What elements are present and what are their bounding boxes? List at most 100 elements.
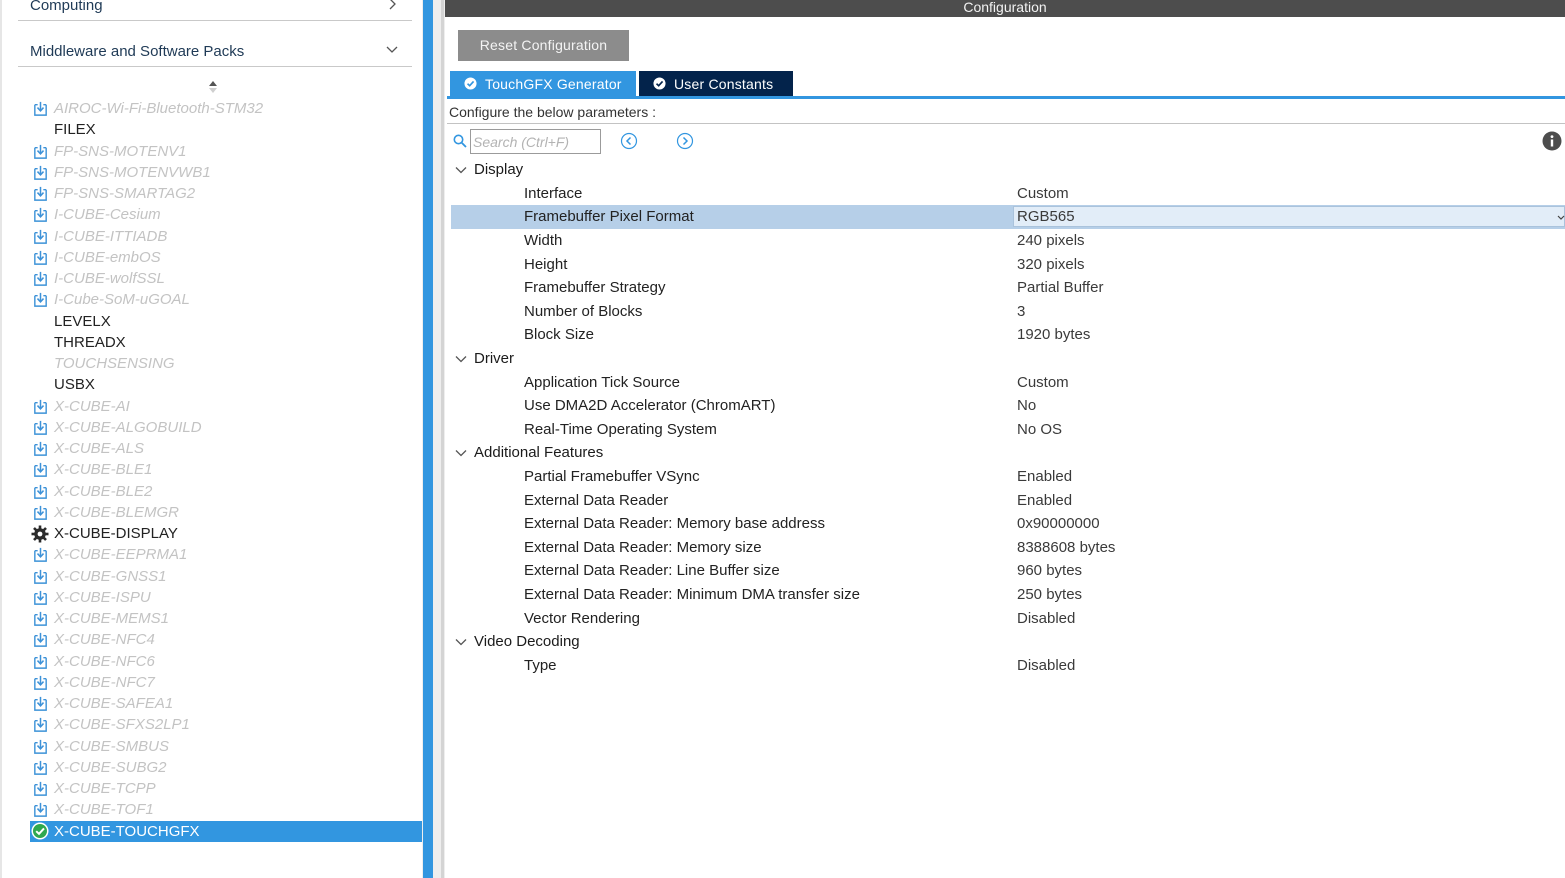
parameter-group[interactable]: Additional Features xyxy=(451,441,1565,465)
pack-item[interactable]: X-CUBE-NFC7 xyxy=(30,672,402,693)
pack-item[interactable]: X-CUBE-DISPLAY xyxy=(30,523,402,544)
parameter-row[interactable]: Vector Rendering Disabled xyxy=(451,606,1565,630)
dropdown-arrow-icon[interactable] xyxy=(1557,210,1565,221)
parameter-row[interactable]: External Data Reader: Line Buffer size 96… xyxy=(451,559,1565,583)
pack-item[interactable]: X-CUBE-TCPP xyxy=(30,778,402,799)
splitter-accent-bar xyxy=(423,0,433,878)
pack-item[interactable]: I-Cube-SoM-uGOAL xyxy=(30,289,402,310)
configure-parameters-header: Configure the below parameters : xyxy=(447,101,1565,124)
parameter-name: Interface xyxy=(524,184,583,202)
parameter-row[interactable]: Use DMA2D Accelerator (ChromART) No xyxy=(451,394,1565,418)
pack-download-icon xyxy=(31,418,49,436)
pack-item[interactable]: FILEX xyxy=(30,119,402,140)
parameter-row[interactable]: Partial Framebuffer VSync Enabled xyxy=(451,465,1565,489)
pack-download-icon xyxy=(31,270,49,288)
parameter-row[interactable]: Application Tick Source Custom xyxy=(451,370,1565,394)
pack-item[interactable]: I-CUBE-embOS xyxy=(30,247,402,268)
category-middleware[interactable]: Middleware and Software Packs xyxy=(18,36,412,67)
next-match-icon[interactable] xyxy=(676,132,694,150)
pack-item[interactable]: X-CUBE-GNSS1 xyxy=(30,566,402,587)
parameter-row-selected[interactable]: Framebuffer Pixel Format RGB565 xyxy=(451,205,1565,229)
search-input[interactable] xyxy=(470,129,601,154)
parameter-row[interactable]: Real-Time Operating System No OS xyxy=(451,418,1565,442)
pack-item[interactable]: X-CUBE-SUBG2 xyxy=(30,757,402,778)
pack-item[interactable]: X-CUBE-SMBUS xyxy=(30,736,402,757)
pack-item[interactable]: X-CUBE-EEPRMA1 xyxy=(30,544,402,565)
pack-download-icon xyxy=(31,248,49,266)
group-label: Additional Features xyxy=(474,444,604,462)
reset-configuration-button[interactable]: Reset Configuration xyxy=(458,30,629,61)
pack-item[interactable]: X-CUBE-ALGOBUILD xyxy=(30,417,402,438)
parameter-tree: Display Interface Custom Framebuffer Pixel … xyxy=(451,158,1565,677)
parameter-row[interactable]: Number of Blocks 3 xyxy=(451,300,1565,324)
pack-item[interactable]: TOUCHSENSING xyxy=(30,353,402,374)
pack-label: I-CUBE-wolfSSL xyxy=(54,270,165,288)
pack-item[interactable]: X-CUBE-MEMS1 xyxy=(30,608,402,629)
pack-item[interactable]: X-CUBE-ALS xyxy=(30,438,402,459)
pack-item[interactable]: FP-SNS-SMARTAG2 xyxy=(30,183,402,204)
parameter-value: 240 pixels xyxy=(1017,232,1085,250)
panel-splitter[interactable] xyxy=(422,0,445,878)
value-dropdown[interactable] xyxy=(1013,206,1565,228)
parameter-value: Enabled xyxy=(1017,491,1073,509)
parameter-row[interactable]: Interface Custom xyxy=(451,182,1565,206)
parameter-row[interactable]: Framebuffer Strategy Partial Buffer xyxy=(451,276,1565,300)
pack-item[interactable]: FP-SNS-MOTENV1 xyxy=(30,141,402,162)
chevron-down-icon xyxy=(386,46,398,53)
parameter-group[interactable]: Video Decoding xyxy=(451,630,1565,654)
parameter-row[interactable]: Block Size 1920 bytes xyxy=(451,323,1565,347)
parameter-value: 3 xyxy=(1017,302,1026,320)
pack-label: I-CUBE-ITTIADB xyxy=(54,227,168,245)
pack-item[interactable]: I-CUBE-wolfSSL xyxy=(30,268,402,289)
parameter-row[interactable]: External Data Reader: Memory size 8388608… xyxy=(451,536,1565,560)
pack-item[interactable]: USBX xyxy=(30,374,402,395)
parameter-row[interactable]: External Data Reader: Minimum DMA transf… xyxy=(451,583,1565,607)
pack-download-icon xyxy=(31,652,49,670)
tab-touchgfx-generator[interactable]: TouchGFX Generator xyxy=(450,71,636,96)
pack-item[interactable]: X-CUBE-NFC4 xyxy=(30,629,402,650)
pack-item[interactable]: I-CUBE-ITTIADB xyxy=(30,226,402,247)
parameter-value: Custom xyxy=(1017,184,1069,202)
pack-item[interactable]: X-CUBE-SFXS2LP1 xyxy=(30,714,402,735)
pack-item[interactable]: X-CUBE-ISPU xyxy=(30,587,402,608)
tab-underline xyxy=(447,96,1565,99)
pack-item-selected[interactable]: X-CUBE-TOUCHGFX xyxy=(30,820,428,842)
pack-item[interactable]: X-CUBE-NFC6 xyxy=(30,651,402,672)
pack-item[interactable]: I-CUBE-Cesium xyxy=(30,204,402,225)
sort-icon[interactable] xyxy=(206,80,220,94)
parameter-row[interactable]: Height 320 pixels xyxy=(451,252,1565,276)
pack-item[interactable]: X-CUBE-BLEMGR xyxy=(30,502,402,523)
pack-label: X-CUBE-ALGOBUILD xyxy=(54,418,202,436)
parameter-row[interactable]: Width 240 pixels xyxy=(451,229,1565,253)
search-icon xyxy=(453,134,467,148)
tab-user-constants[interactable]: User Constants xyxy=(639,71,793,96)
pack-item[interactable]: LEVELX xyxy=(30,311,402,332)
parameter-name: Framebuffer Pixel Format xyxy=(524,208,694,226)
parameter-group[interactable]: Driver xyxy=(451,347,1565,371)
pack-item[interactable]: X-CUBE-BLE1 xyxy=(30,459,402,480)
parameter-row[interactable]: External Data Reader: Memory base addres… xyxy=(451,512,1565,536)
parameter-value: Disabled xyxy=(1017,609,1076,627)
previous-match-icon[interactable] xyxy=(620,132,638,150)
pack-item[interactable]: X-CUBE-TOF1 xyxy=(30,799,402,820)
parameter-name: Block Size xyxy=(524,326,595,344)
info-icon[interactable] xyxy=(1542,131,1562,151)
pack-download-icon xyxy=(31,610,49,628)
parameter-row[interactable]: External Data Reader Enabled xyxy=(451,488,1565,512)
tab-label: User Constants xyxy=(674,75,774,92)
pack-download-icon xyxy=(31,142,49,160)
parameter-group[interactable]: Display xyxy=(451,158,1565,182)
parameter-row[interactable]: Type Disabled xyxy=(451,653,1565,677)
pack-item[interactable]: AIROC-Wi-Fi-Bluetooth-STM32 xyxy=(30,98,402,119)
pack-label: X-CUBE-SFXS2LP1 xyxy=(54,716,190,734)
pack-label: USBX xyxy=(54,376,95,394)
chevron-down-icon xyxy=(455,449,467,457)
pack-item[interactable]: X-CUBE-BLE2 xyxy=(30,481,402,502)
pack-item[interactable]: THREADX xyxy=(30,332,402,353)
pack-item[interactable]: FP-SNS-MOTENVWB1 xyxy=(30,162,402,183)
pack-label: X-CUBE-NFC6 xyxy=(54,652,155,670)
pack-item[interactable]: X-CUBE-AI xyxy=(30,396,402,417)
category-computing[interactable]: Computing xyxy=(18,0,412,21)
parameter-value[interactable]: RGB565 xyxy=(1017,208,1075,225)
pack-item[interactable]: X-CUBE-SAFEA1 xyxy=(30,693,402,714)
